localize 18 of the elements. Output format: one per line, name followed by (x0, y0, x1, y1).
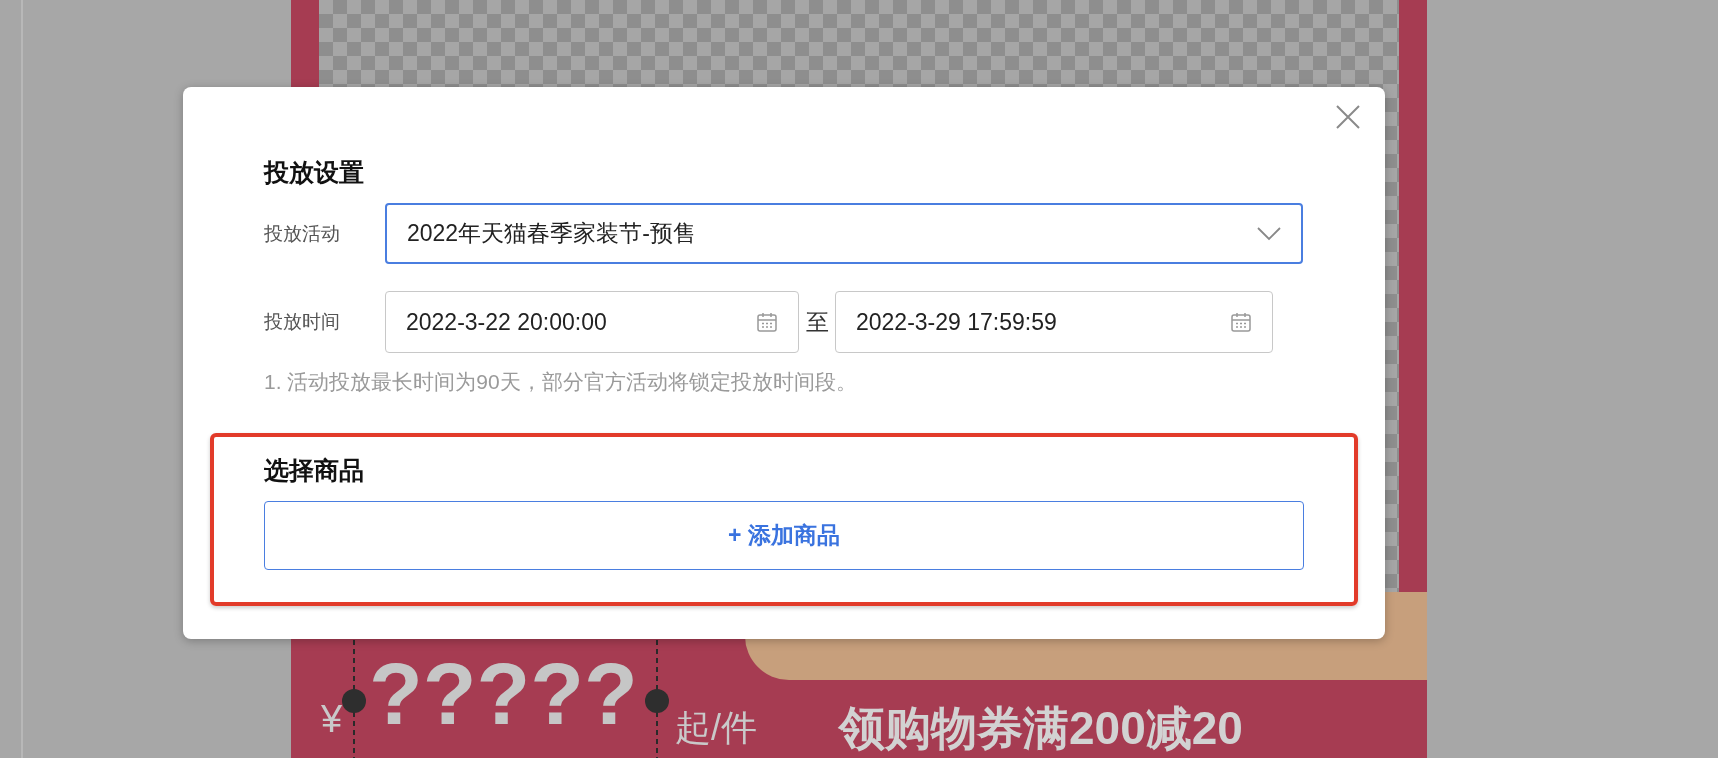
hint-text: 1. 活动投放最长时间为90天，部分官方活动将锁定投放时间段。 (264, 369, 858, 395)
close-icon[interactable] (1335, 104, 1361, 130)
date-field[interactable]: 2022-3-29 17:59:59 (835, 291, 1273, 353)
coupon-text: 领购物券满200减20 (839, 705, 1243, 751)
activity-select[interactable]: 2022年天猫春季家装节-预售 (385, 203, 1303, 264)
add-product-button[interactable]: + 添加商品 (264, 501, 1304, 570)
price-text: ????? (369, 650, 638, 738)
calendar-icon (1230, 311, 1252, 333)
unit-text: 起/件 (675, 710, 757, 746)
currency-symbol: ¥ (321, 700, 343, 738)
field-label: 投放时间 (264, 310, 341, 334)
section-title: 投放设置 (264, 157, 365, 187)
calendar-icon (756, 311, 778, 333)
section-title: 选择商品 (264, 455, 365, 485)
date-field[interactable]: 2022-3-22 20:00:00 (385, 291, 799, 353)
range-separator: 至 (804, 307, 830, 337)
field-label: 投放活动 (264, 221, 341, 246)
chevron-icon (1257, 226, 1281, 241)
